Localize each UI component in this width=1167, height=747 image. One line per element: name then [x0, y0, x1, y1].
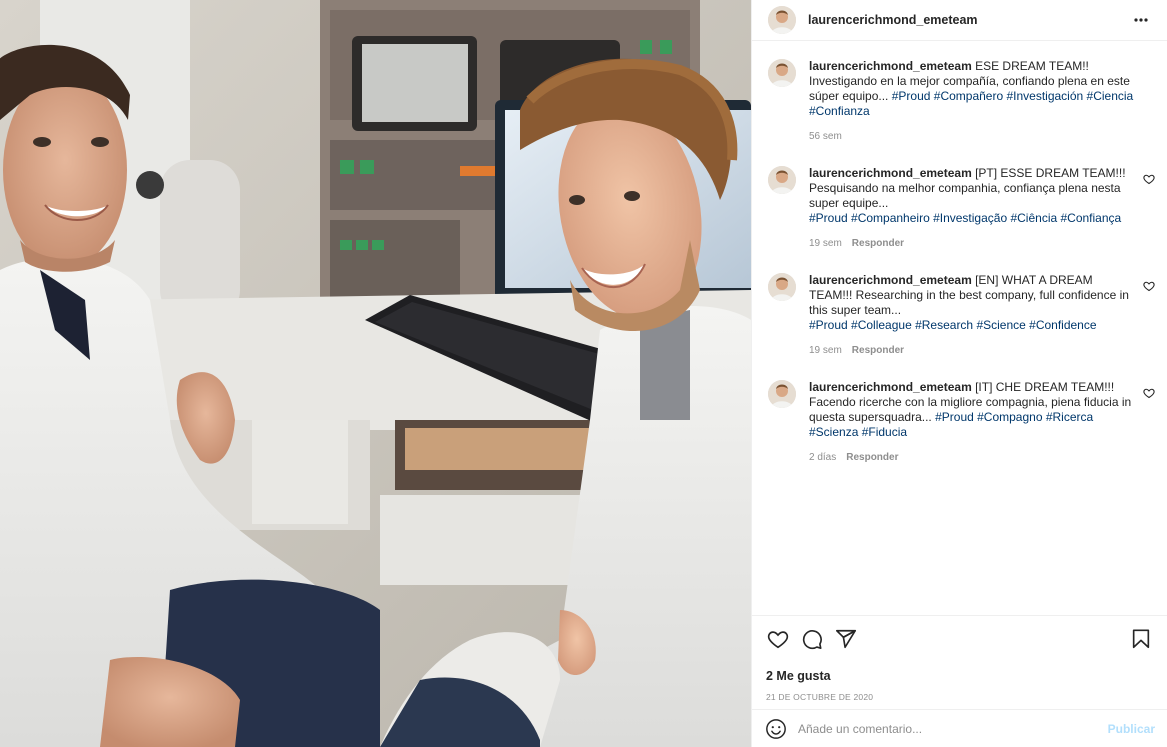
- like-comment-heart-icon[interactable]: [1143, 173, 1155, 185]
- comment-username[interactable]: laurencerichmond_emeteam: [809, 380, 972, 394]
- comment-username[interactable]: laurencerichmond_emeteam: [809, 273, 972, 287]
- comment-hashtags[interactable]: #Proud #Colleague #Research #Science #Co…: [809, 318, 1097, 332]
- avatar[interactable]: [768, 273, 796, 301]
- comment-body: laurencerichmond_emeteam [PT] ESSE DREAM…: [809, 166, 1151, 251]
- photo-lab-scientists-image: [0, 0, 751, 747]
- comment-body: laurencerichmond_emeteam [IT] CHE DREAM …: [809, 380, 1151, 465]
- comment-time[interactable]: 2 días: [809, 450, 836, 465]
- avatar[interactable]: [768, 380, 796, 408]
- header-username[interactable]: laurencerichmond_emeteam: [808, 13, 1129, 27]
- comment-hashtags[interactable]: #Proud #Companheiro #Investigação #Ciênc…: [809, 211, 1121, 225]
- comment-meta: 2 días Responder: [809, 450, 1139, 465]
- heart-icon[interactable]: [766, 627, 790, 651]
- like-comment-heart-icon[interactable]: [1143, 280, 1155, 292]
- reply-button[interactable]: Responder: [846, 450, 898, 465]
- comment-item: laurencerichmond_emeteam [PT] ESSE DREAM…: [768, 166, 1155, 251]
- comment-item: laurencerichmond_emeteam [EN] WHAT A DRE…: [768, 273, 1155, 358]
- avatar[interactable]: [768, 6, 796, 34]
- emoji-icon[interactable]: [764, 717, 788, 741]
- comment-time[interactable]: 56 sem: [809, 129, 842, 144]
- send-icon[interactable]: [834, 627, 858, 651]
- comment-item: laurencerichmond_emeteam [IT] CHE DREAM …: [768, 380, 1155, 465]
- comment-body: laurencerichmond_emeteam [EN] WHAT A DRE…: [809, 273, 1151, 358]
- comments-list: laurencerichmond_emeteam ESE DREAM TEAM!…: [752, 41, 1167, 615]
- likes-count[interactable]: 2 Me gusta: [766, 669, 1153, 683]
- avatar-image: [768, 6, 796, 34]
- add-comment-bar: Publicar: [752, 709, 1167, 747]
- comment-username[interactable]: laurencerichmond_emeteam: [809, 166, 972, 180]
- comment-time[interactable]: 19 sem: [809, 343, 842, 358]
- post-photo[interactable]: [0, 0, 751, 747]
- avatar[interactable]: [768, 166, 796, 194]
- bookmark-icon[interactable]: [1129, 627, 1153, 651]
- instagram-post-view: laurencerichmond_emeteam laurencerichmon…: [0, 0, 1167, 747]
- comment-time[interactable]: 19 sem: [809, 236, 842, 251]
- publish-button[interactable]: Publicar: [1108, 722, 1155, 736]
- avatar[interactable]: [768, 59, 796, 87]
- post-side-panel: laurencerichmond_emeteam laurencerichmon…: [751, 0, 1167, 747]
- comment-input[interactable]: [798, 721, 1108, 736]
- comment-icon[interactable]: [800, 627, 824, 651]
- comment-meta: 56 sem: [809, 129, 1139, 144]
- post-date[interactable]: 21 DE OCTUBRE DE 2020: [766, 692, 1153, 702]
- reply-button[interactable]: Responder: [852, 236, 904, 251]
- reply-button[interactable]: Responder: [852, 343, 904, 358]
- post-header: laurencerichmond_emeteam: [752, 0, 1167, 41]
- like-comment-heart-icon[interactable]: [1143, 387, 1155, 399]
- comment-username[interactable]: laurencerichmond_emeteam: [809, 59, 972, 73]
- comment-meta: 19 sem Responder: [809, 343, 1139, 358]
- action-icons-row: [766, 626, 1153, 652]
- comment-body: laurencerichmond_emeteam ESE DREAM TEAM!…: [809, 59, 1151, 144]
- comment-meta: 19 sem Responder: [809, 236, 1139, 251]
- caption-comment: laurencerichmond_emeteam ESE DREAM TEAM!…: [768, 59, 1151, 144]
- more-horizontal-icon[interactable]: [1129, 8, 1153, 32]
- post-actions: 2 Me gusta 21 DE OCTUBRE DE 2020: [752, 615, 1167, 709]
